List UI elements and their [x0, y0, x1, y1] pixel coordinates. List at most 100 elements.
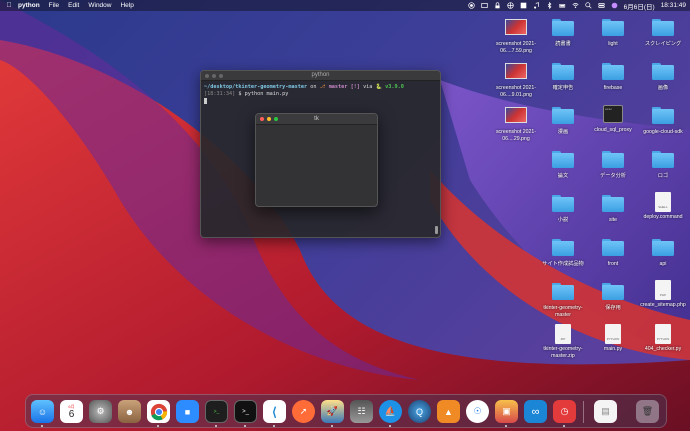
- menu-edit[interactable]: Edit: [68, 2, 79, 9]
- siri-icon[interactable]: [611, 2, 618, 9]
- desktop-folder-papers[interactable]: 論文: [538, 148, 588, 180]
- dock-document-icon[interactable]: ▤: [594, 400, 617, 423]
- desktop-folder-novels[interactable]: 小説: [538, 192, 588, 224]
- desktop-folder-images[interactable]: 画像: [638, 60, 688, 92]
- file-tag: PHP: [659, 293, 667, 297]
- desktop-folder-logo[interactable]: ロゴ: [638, 148, 688, 180]
- desktop-icon-screenshot-3[interactable]: screenshot 2021-06....29.png: [491, 104, 541, 142]
- file-tag: SHELL: [658, 205, 668, 209]
- desktop-file-main-py[interactable]: PYTHON main.py: [588, 324, 638, 353]
- dock-python-launcher-icon[interactable]: 🚀: [321, 400, 344, 423]
- battery-icon[interactable]: [558, 2, 566, 9]
- desktop-folder-site[interactable]: site: [588, 192, 638, 224]
- bluetooth-icon[interactable]: [546, 2, 553, 9]
- desktop-file-cloud-sql-proxy[interactable]: exec cloud_sql_proxy: [588, 104, 638, 134]
- music-icon[interactable]: [533, 2, 540, 9]
- prompt-command: $ python main.py: [238, 90, 289, 97]
- terminal-titlebar[interactable]: python: [201, 71, 440, 81]
- terminal-scrollbar[interactable]: [435, 226, 438, 234]
- desktop-folder-archive[interactable]: 保存用: [588, 280, 638, 312]
- folder-icon: [602, 63, 624, 80]
- tk-titlebar[interactable]: tk: [256, 114, 377, 125]
- desktop-folder-data-analysis[interactable]: データ分析: [588, 148, 638, 180]
- prompt-branch: master: [328, 84, 348, 90]
- desktop-file-404-checker-py[interactable]: PYTHON 404_checker.py: [638, 324, 688, 353]
- desktop-folder-scraping[interactable]: スクレイピング: [638, 16, 688, 48]
- terminal-output[interactable]: ~/desktop/tkinter-geometry-master on ⎇ m…: [201, 81, 440, 110]
- desktop-folder-firebase[interactable]: firebase: [588, 60, 638, 92]
- terminal-cursor: [204, 98, 207, 104]
- desktop-icon-label: create_sitemap.php: [640, 302, 686, 308]
- dock-zoom-icon[interactable]: ■: [176, 400, 199, 423]
- folder-icon: [552, 107, 574, 124]
- desktop-file-tkinter-zip[interactable]: ZIP tkinter-geometry-master.zip: [538, 324, 588, 359]
- dock-trash-icon[interactable]: 🗑: [636, 400, 659, 423]
- file-tag: PYTHON: [606, 337, 620, 341]
- dock-postman-icon[interactable]: ➚: [292, 400, 315, 423]
- desktop-icon-label: screenshot 2021-06....29.png: [495, 129, 537, 142]
- wifi-icon[interactable]: [572, 2, 579, 9]
- desktop-icon-screenshot-1[interactable]: screenshot 2021-06....7.59.png: [491, 16, 541, 54]
- desktop-file-create-sitemap-php[interactable]: PHP create_sitemap.php: [638, 280, 688, 309]
- menu-date[interactable]: 6月6日(日): [624, 1, 655, 11]
- dock-clock-icon[interactable]: ◷: [553, 400, 576, 423]
- desktop-folder-front[interactable]: front: [588, 236, 638, 268]
- desktop-folder-manga[interactable]: 漫画: [538, 104, 588, 136]
- dock-terminal-icon[interactable]: >_: [234, 400, 257, 423]
- folder-icon: [602, 239, 624, 256]
- menu-window[interactable]: Window: [88, 2, 111, 9]
- desktop-folder-google-cloud-sdk[interactable]: google-cloud-sdk: [638, 104, 688, 136]
- menu-app-name[interactable]: python: [18, 2, 40, 9]
- desktop-file-deploy-command[interactable]: SHELL deploy.command: [638, 192, 688, 221]
- desktop-icon-label: main.py: [603, 346, 623, 352]
- dock-sourcetree-icon[interactable]: ☉: [466, 400, 489, 423]
- desktop-folder-site-works[interactable]: サイト作成試品物: [538, 236, 588, 268]
- folder-icon: [552, 239, 574, 256]
- spotlight-search-icon[interactable]: [584, 2, 592, 9]
- desktop-icon-screenshot-2[interactable]: screenshot 2021-06....9.01.png: [491, 60, 541, 98]
- lock-icon[interactable]: [494, 2, 501, 9]
- tk-window[interactable]: tk: [255, 113, 378, 207]
- folder-icon: [602, 19, 624, 36]
- dock-arduino-icon[interactable]: ∞: [524, 400, 547, 423]
- desktop-folder-tkinter-geometry-master[interactable]: tkinter-geometry-master: [538, 280, 588, 318]
- dock-calendar-icon[interactable]: 6月 6: [60, 400, 83, 423]
- desktop-icon-label: firebase: [603, 85, 623, 91]
- dock-running-indicator: [389, 425, 391, 427]
- desktop-icon-label: 小説: [557, 217, 569, 223]
- dock-iterm-icon[interactable]: >_: [205, 400, 228, 423]
- menu-time[interactable]: 18:31:49: [661, 2, 686, 9]
- desktop-icon-label: google-cloud-sdk: [643, 129, 683, 135]
- desktop-icon-label: 漫画: [557, 129, 569, 135]
- prompt-via: via: [363, 84, 373, 90]
- menu-status-area: 6月6日(日) 18:31:49: [467, 0, 686, 11]
- desktop-folder-tax-return[interactable]: 確定申告: [538, 60, 588, 92]
- desktop-icon-label: データ分析: [600, 173, 626, 179]
- record-icon[interactable]: [467, 2, 475, 9]
- control-center-icon[interactable]: [597, 2, 605, 9]
- menu-help[interactable]: Help: [120, 2, 133, 9]
- menu-file[interactable]: File: [49, 2, 59, 9]
- apple-menu-icon[interactable]: : [0, 2, 18, 9]
- dock-chrome-icon[interactable]: [147, 400, 170, 423]
- dock-vscode-icon[interactable]: ⟨: [263, 400, 286, 423]
- dock-finder-icon[interactable]: ☺: [31, 400, 54, 423]
- desktop-folder-api[interactable]: api: [638, 236, 688, 268]
- input-source-icon[interactable]: [520, 2, 527, 9]
- dock-docker-icon[interactable]: ☷: [350, 400, 373, 423]
- prompt-on: on: [310, 84, 317, 90]
- image-file-icon: [505, 63, 527, 79]
- desktop-folder-reading[interactable]: 読書書: [538, 16, 588, 48]
- dock-quicktime-icon[interactable]: Q: [408, 400, 431, 423]
- dock-preview-icon[interactable]: ▣: [495, 400, 518, 423]
- dock-git-client-icon[interactable]: ▲: [437, 400, 460, 423]
- dock-system-preferences-icon[interactable]: ⚙: [89, 400, 112, 423]
- fan-icon[interactable]: [506, 2, 514, 9]
- dock-docker-desktop-icon[interactable]: ⛵: [379, 400, 402, 423]
- dock-running-indicator: [505, 425, 507, 427]
- dock-contacts-icon[interactable]: ☻: [118, 400, 141, 423]
- desktop-folder-light[interactable]: light: [588, 16, 638, 48]
- screen-icon[interactable]: [480, 2, 488, 9]
- folder-icon: [552, 195, 574, 212]
- file-tag: exec: [605, 107, 613, 111]
